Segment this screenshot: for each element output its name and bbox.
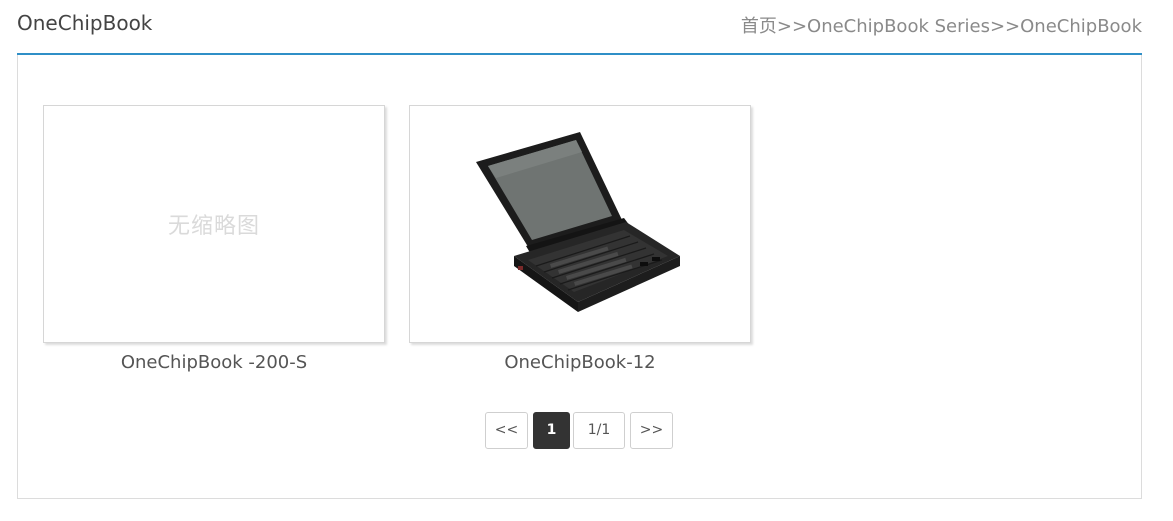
page-title: OneChipBook xyxy=(17,11,153,35)
product-name-link[interactable]: OneChipBook -200-S xyxy=(43,352,385,373)
product-name-link[interactable]: OneChipBook-12 xyxy=(409,352,751,373)
product-list-panel: 无缩略图 OneChipBook -200-S OneChipBook-12 <… xyxy=(17,55,1142,499)
page-info: 1/1 xyxy=(573,412,625,449)
breadcrumb-separator: >> xyxy=(989,16,1021,37)
product-card[interactable]: OneChipBook-12 xyxy=(409,105,751,373)
prev-page-button[interactable]: << xyxy=(485,412,528,449)
next-page-button[interactable]: >> xyxy=(630,412,673,449)
laptop-image xyxy=(476,132,680,312)
page-header: OneChipBook 首页>>OneChipBook Series>>OneC… xyxy=(17,0,1142,55)
breadcrumb-series-link[interactable]: OneChipBook Series xyxy=(807,16,990,37)
breadcrumb-current-link[interactable]: OneChipBook xyxy=(1020,16,1142,37)
product-thumbnail[interactable] xyxy=(409,105,751,343)
no-thumbnail-text: 无缩略图 xyxy=(167,214,260,239)
breadcrumb-separator: >> xyxy=(776,16,808,37)
breadcrumb: 首页>>OneChipBook Series>>OneChipBook xyxy=(741,12,1142,38)
breadcrumb-home-link[interactable]: 首页 xyxy=(741,16,777,37)
current-page-button[interactable]: 1 xyxy=(533,412,570,449)
product-thumbnail-placeholder[interactable]: 无缩略图 xyxy=(43,105,385,343)
product-card[interactable]: 无缩略图 OneChipBook -200-S xyxy=(43,105,385,373)
